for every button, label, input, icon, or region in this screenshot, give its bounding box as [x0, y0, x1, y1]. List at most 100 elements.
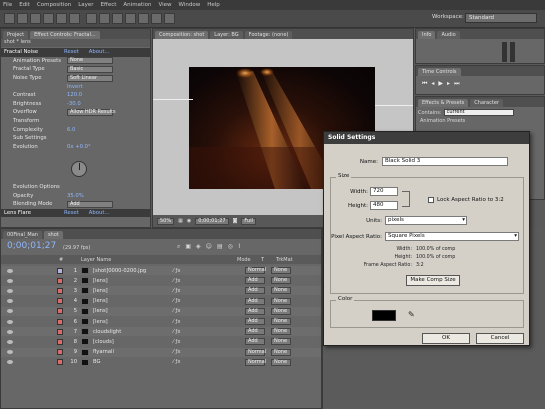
tab-project[interactable]: Project	[3, 31, 29, 39]
effect-row[interactable]: Fractal Type Basic	[1, 65, 150, 74]
search-icon[interactable]: ⌕	[177, 243, 180, 251]
trkmat-select[interactable]: None	[271, 307, 291, 315]
tab-character[interactable]: Character	[470, 99, 503, 107]
effect-row[interactable]: Brightness -30.0	[1, 100, 150, 109]
layer-name[interactable]: [clouds]	[93, 339, 173, 345]
table-row[interactable]: 10 BG ⁄ ƒx Normal None	[1, 358, 321, 367]
frame-blend-icon[interactable]: ▤	[217, 243, 223, 251]
effect-row[interactable]: Transform	[1, 117, 150, 126]
eye-icon[interactable]	[7, 299, 13, 304]
layer-name[interactable]: [lens]	[93, 288, 173, 294]
trkmat-select[interactable]: None	[271, 328, 291, 336]
play-icon[interactable]: ▶	[438, 80, 443, 88]
zoom-select[interactable]: 50%	[157, 217, 175, 225]
puppet-tool-icon[interactable]	[164, 13, 175, 24]
trkmat-select[interactable]: None	[271, 297, 291, 305]
tab-audio[interactable]: Audio	[437, 31, 460, 39]
menu-item-composition[interactable]: Composition	[37, 2, 71, 8]
trkmat-select[interactable]: None	[271, 318, 291, 325]
effect-row[interactable]: Invert	[1, 82, 150, 91]
width-field[interactable]: 720	[370, 187, 398, 196]
layer-name[interactable]: cloudslight	[93, 329, 173, 335]
layer-name[interactable]: BG	[93, 359, 173, 365]
effect-param-value[interactable]: None	[67, 57, 113, 65]
layer-switches[interactable]: ⁄ ƒx	[173, 349, 245, 355]
menu-item-effect[interactable]: Effect	[101, 2, 117, 8]
effect-row[interactable]: Overflow Allow HDR Results	[1, 108, 150, 117]
eye-icon[interactable]	[7, 360, 13, 365]
eraser-tool-icon[interactable]	[151, 13, 162, 24]
height-field[interactable]: 480	[370, 201, 398, 210]
timeline-timecode[interactable]: 0;00;01;27	[7, 241, 56, 251]
layer-switches[interactable]: ⁄ ƒx	[173, 298, 245, 304]
layer-mode-select[interactable]: Add	[245, 338, 265, 346]
effect-param-value[interactable]: Reset	[64, 210, 79, 216]
effect-row[interactable]: Fractal Noise Reset About...	[1, 48, 150, 57]
trkmat-select[interactable]: None	[271, 348, 291, 356]
graph-editor-icon[interactable]: ⌇	[238, 243, 241, 251]
effect-param-value[interactable]: Basic	[67, 65, 113, 73]
eye-icon[interactable]	[7, 278, 13, 283]
pan-behind-tool-icon[interactable]	[69, 13, 80, 24]
zoom-tool-icon[interactable]	[30, 13, 41, 24]
name-field[interactable]: Black Solid 3	[382, 157, 508, 166]
next-frame-icon[interactable]: ▸	[447, 80, 450, 88]
contains-input[interactable]: current	[443, 109, 514, 116]
effect-param-value[interactable]: 0x +0.0°	[67, 144, 91, 150]
eyedropper-icon[interactable]: ✎	[408, 310, 418, 320]
tab-effect-controls[interactable]: Effect Controls: Fractal...	[30, 31, 100, 39]
layer-switches[interactable]: ⁄ ƒx	[173, 278, 245, 284]
effect-row[interactable]: Opacity 35.0%	[1, 192, 150, 201]
ok-button[interactable]: OK	[422, 333, 470, 344]
text-tool-icon[interactable]	[112, 13, 123, 24]
trkmat-select[interactable]: None	[271, 267, 291, 274]
table-row[interactable]: 1 [shot]0000-0200.jpg ⁄ ƒx Normal None	[1, 266, 321, 275]
eye-icon[interactable]	[7, 339, 13, 344]
layer-switches[interactable]: ⁄ ƒx	[173, 308, 245, 314]
effect-row[interactable]: Evolution Options	[1, 183, 150, 192]
tab-shot[interactable]: shot	[43, 231, 63, 239]
layer-name[interactable]: [lens]	[93, 308, 173, 314]
effect-param-value[interactable]: Allow HDR Results	[67, 108, 116, 116]
trkmat-select[interactable]: None	[271, 358, 291, 366]
draft-3d-icon[interactable]: ◈	[196, 243, 201, 251]
table-row[interactable]: 9 flyarnall ⁄ ƒx Normal None	[1, 347, 321, 357]
effect-param-value[interactable]: -30.0	[67, 101, 81, 107]
tab-info[interactable]: Info	[418, 31, 436, 39]
layer-switches[interactable]: ⁄ ƒx	[173, 359, 245, 365]
comp-flow-icon[interactable]: ▣	[185, 243, 191, 251]
table-row[interactable]: 2 [lens] ⁄ ƒx Add None	[1, 276, 321, 285]
menu-item-view[interactable]: View	[158, 2, 171, 8]
layer-name[interactable]: flyarnall	[93, 349, 173, 355]
snapshot-icon[interactable]: ◙	[233, 218, 238, 224]
effect-row[interactable]: Complexity 6.0	[1, 125, 150, 134]
menu-item-layer[interactable]: Layer	[78, 2, 93, 8]
layer-mode-select[interactable]: Add	[245, 297, 265, 305]
menu-item-edit[interactable]: Edit	[19, 2, 30, 8]
rotate-tool-icon[interactable]	[43, 13, 54, 24]
layer-switches[interactable]: ⁄ ƒx	[173, 339, 245, 345]
shy-icon[interactable]: ☺	[206, 243, 212, 251]
resolution-select[interactable]: Full	[241, 217, 256, 225]
tab-footage[interactable]: Footage: (none)	[244, 31, 293, 39]
effect-param-value[interactable]: Soft Linear	[67, 74, 113, 82]
layer-switches[interactable]: ⁄ ƒx	[173, 319, 245, 325]
menu-item-help[interactable]: Help	[207, 2, 220, 8]
effect-row[interactable]: Lens Flare Reset About...	[1, 208, 150, 218]
layer-mode-select[interactable]: Normal	[245, 358, 266, 366]
layer-mode-select[interactable]: Normal	[245, 267, 266, 274]
layer-mode-select[interactable]: Add	[245, 287, 265, 295]
tab-composition[interactable]: Composition: shot	[155, 31, 209, 39]
eye-icon[interactable]	[7, 268, 13, 273]
effect-param-value[interactable]: Invert	[67, 84, 83, 90]
menu-item-animation[interactable]: Animation	[123, 2, 151, 8]
layer-switches[interactable]: ⁄ ƒx	[173, 329, 245, 335]
tab-time-controls[interactable]: Time Controls	[418, 68, 461, 76]
table-row[interactable]: 5 [lens] ⁄ ƒx Add None	[1, 306, 321, 316]
evolution-dial[interactable]	[71, 161, 87, 177]
effect-row[interactable]: Contrast 120.0	[1, 91, 150, 100]
about-link[interactable]: About...	[89, 210, 110, 216]
cancel-button[interactable]: Cancel	[476, 333, 524, 344]
effect-row[interactable]: Blending Mode Add	[1, 200, 150, 209]
layer-mode-select[interactable]: Normal	[245, 348, 266, 356]
